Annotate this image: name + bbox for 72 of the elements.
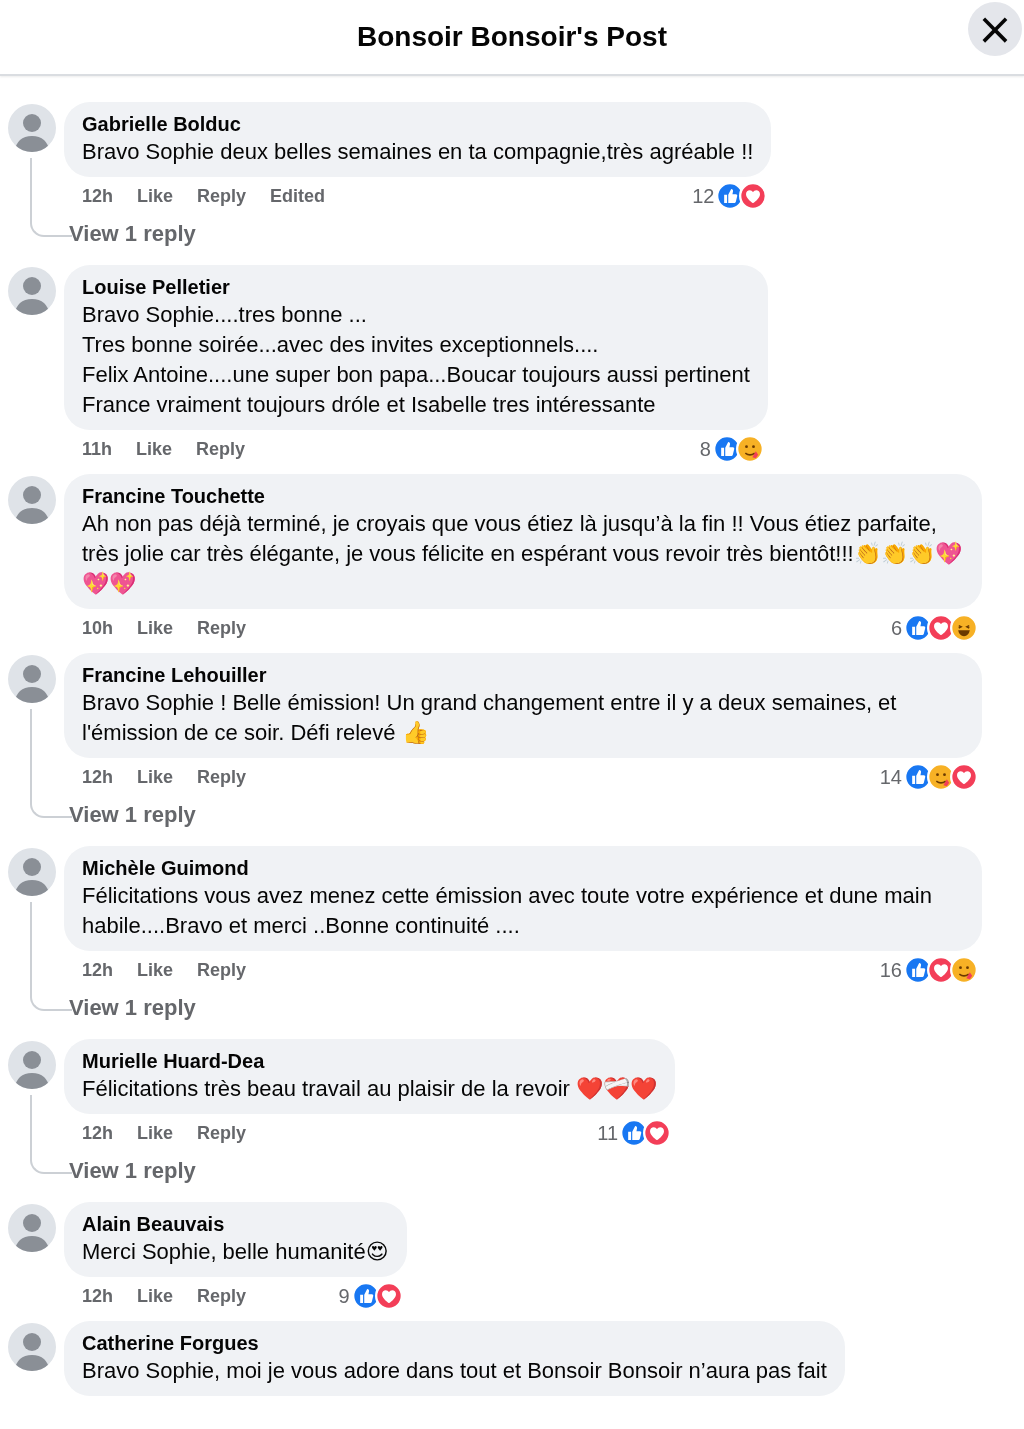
comment-text: Bravo Sophie, moi je vous adore dans tout et Bonsoir Bonsoir n’aura pas fait — [82, 1357, 827, 1385]
comment-text: Bravo Sophie ! Belle émission! Un grand changement entre il y a deux semaines, et l'émission de ce soir. Défi relevé 👍 — [82, 689, 898, 747]
thumbs-up-icon — [904, 763, 932, 791]
reaction-count[interactable]: 8 — [699, 437, 711, 461]
comment-action[interactable]: Reply — [197, 1285, 247, 1307]
thumbs-up-icon — [620, 1119, 648, 1147]
comment-text: Bravo Sophie....tres bonne ... — [82, 301, 368, 329]
comment-time[interactable]: 12h — [82, 959, 114, 981]
thumbs-up-icon — [904, 614, 932, 642]
hugging-face-icon — [735, 435, 764, 463]
comment-text: Bravo Sophie deux belles semaines en ta compagnie,très agréable !! — [82, 138, 754, 166]
comment-text: Félicitations vous avez menez cette émission avec toute votre expérience et dune main habile....Bravo et merci ..Bonne continuité .... — [82, 882, 933, 940]
avatar[interactable] — [8, 655, 56, 703]
comment-action[interactable]: Edited — [270, 185, 326, 207]
author-name[interactable]: Murielle Huard-Dea — [82, 1048, 657, 1074]
reaction-count[interactable]: 9 — [338, 1284, 350, 1308]
comment-text: Merci Sophie, belle humanité😍 — [82, 1238, 389, 1266]
reaction-count[interactable]: 16 — [879, 958, 902, 982]
comment-action[interactable]: Reply — [197, 766, 247, 788]
comment-time[interactable]: 10h — [82, 617, 114, 639]
comment-action[interactable]: Reply — [197, 1122, 247, 1144]
reaction-count[interactable]: 14 — [879, 765, 902, 789]
author-name[interactable]: Louise Pelletier — [82, 274, 750, 300]
comment-text: Tres bonne soirée...avec des invites exceptionnels.... — [82, 331, 600, 359]
reaction-count[interactable]: 11 — [597, 1121, 618, 1145]
author-name[interactable]: Gabrielle Bolduc — [82, 111, 754, 137]
comment-action[interactable]: Like — [136, 438, 173, 460]
avatar[interactable] — [8, 1204, 56, 1252]
reaction-count[interactable]: 6 — [890, 616, 902, 640]
close-button[interactable]: × — [968, 2, 1022, 56]
author-name[interactable]: Catherine Forgues — [82, 1330, 827, 1356]
view-replies-link[interactable]: View 1 reply — [69, 995, 196, 1021]
author-name[interactable]: Francine Lehouiller — [82, 662, 964, 688]
comment-time[interactable]: 12h — [82, 1122, 114, 1144]
comment-time[interactable]: 12h — [82, 766, 114, 788]
comment-text: Félicitations très beau travail au plaisir de la revoir ❤❤‍🩹❤ — [82, 1075, 657, 1103]
post-title: Bonsoir Bonsoir's Post — [357, 21, 667, 53]
comment-time[interactable]: 12h — [82, 185, 114, 207]
thumbs-up-icon — [351, 1282, 380, 1310]
comment-action[interactable]: Like — [137, 185, 174, 207]
comment-action[interactable]: Like — [137, 959, 174, 981]
author-name[interactable]: Alain Beauvais — [82, 1211, 389, 1237]
author-name[interactable]: Michèle Guimond — [82, 855, 964, 881]
avatar[interactable] — [8, 104, 56, 152]
comment-action[interactable]: Reply — [196, 438, 246, 460]
thumbs-up-icon — [904, 956, 932, 984]
avatar[interactable] — [8, 1041, 56, 1089]
view-replies-link[interactable]: View 1 reply — [69, 802, 196, 828]
avatar[interactable] — [8, 476, 56, 524]
hugging-face-icon — [927, 763, 955, 791]
comment-action[interactable]: Reply — [197, 185, 247, 207]
author-name[interactable]: Francine Touchette — [82, 483, 964, 509]
view-replies-link[interactable]: View 1 reply — [69, 1158, 196, 1184]
comment-action[interactable]: Reply — [197, 617, 247, 639]
laughing-face-icon — [950, 614, 978, 642]
avatar[interactable] — [8, 848, 56, 896]
reaction-count[interactable]: 12 — [692, 184, 715, 208]
comment-text: Ah non pas déjà terminé, je croyais que vous étiez là jusqu’à la fin !! Vous étiez parfaite, très jolie car très élégante, je vous félicite en espérant vous revoir très bientôt!!!👏👏👏💖💖💖 — [82, 510, 963, 598]
comment-action[interactable]: Reply — [197, 959, 247, 981]
view-replies-link[interactable]: View 1 reply — [69, 221, 196, 247]
comment-action[interactable]: Like — [137, 766, 174, 788]
hugging-face-icon — [950, 956, 978, 984]
comment-action[interactable]: Like — [137, 1285, 174, 1307]
thumbs-up-icon — [712, 435, 741, 463]
comment-time[interactable]: 11h — [82, 438, 113, 460]
comment-action[interactable]: Like — [137, 617, 174, 639]
comment-text: France vraiment toujours dróle et Isabelle tres intéressante — [82, 391, 657, 419]
avatar[interactable] — [8, 1323, 56, 1371]
comment-action[interactable]: Like — [137, 1122, 174, 1144]
comment-text: Felix Antoine....une super bon papa...Boucar toujours aussi pertinent — [82, 361, 750, 389]
comment-time[interactable]: 12h — [82, 1285, 114, 1307]
avatar[interactable] — [8, 267, 56, 315]
